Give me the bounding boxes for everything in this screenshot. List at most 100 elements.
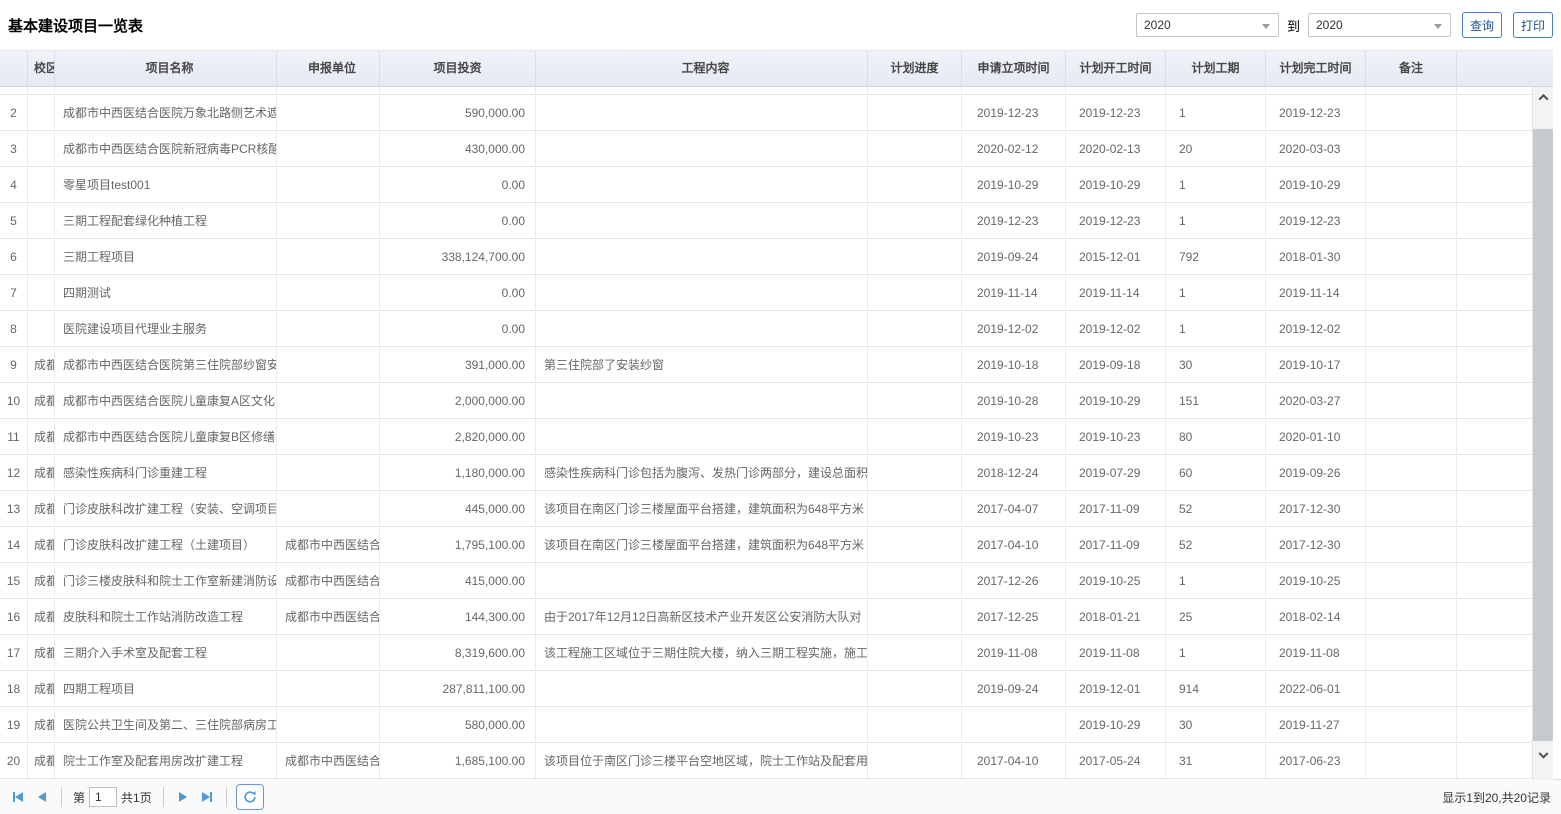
last-page-button[interactable] bbox=[195, 785, 219, 809]
col-work-content[interactable]: 工程内容 bbox=[536, 51, 868, 86]
cell-invest: 0.00 bbox=[380, 276, 536, 311]
cell-invest: 338,124,700.00 bbox=[380, 240, 536, 275]
datagrid: 校区 项目名称 申报单位 项目投资 工程内容 计划进度 申请立项时间 计划开工时… bbox=[0, 50, 1553, 779]
col-remark[interactable]: 备注 bbox=[1366, 51, 1457, 86]
table-row[interactable]: 3成都市中西医结合医院新冠病毒PCR核酸430,000.002020-02-12… bbox=[0, 132, 1532, 168]
cell-content: 该项目在南区门诊三楼屋面平台搭建，建筑面积为648平方米 bbox=[536, 492, 868, 527]
cell-days: 52 bbox=[1166, 528, 1266, 563]
cell-finish: 2019-10-29 bbox=[1266, 168, 1366, 203]
table-row[interactable]: 7四期测试0.002019-11-142019-11-1412019-11-14 bbox=[0, 276, 1532, 312]
cell-filler bbox=[1457, 96, 1532, 131]
scrollbar-thumb[interactable] bbox=[1533, 129, 1553, 741]
cell-invest: 445,000.00 bbox=[380, 492, 536, 527]
vertical-scrollbar[interactable] bbox=[1532, 87, 1553, 780]
year-to-select[interactable]: 2020 bbox=[1308, 13, 1451, 37]
chevron-down-icon[interactable] bbox=[1262, 24, 1270, 29]
table-row[interactable]: 17成都三期介入手术室及配套工程8,319,600.00该工程施工区域位于三期住… bbox=[0, 636, 1532, 672]
page-suffix-label: 共1页 bbox=[121, 789, 152, 806]
table-row[interactable]: 4零星项目test0010.002019-10-292019-10-291201… bbox=[0, 168, 1532, 204]
prev-page-button[interactable] bbox=[30, 785, 54, 809]
print-button[interactable]: 打印 bbox=[1513, 12, 1553, 38]
col-investment[interactable]: 项目投资 bbox=[380, 51, 536, 86]
table-row[interactable]: 6三期工程项目338,124,700.002019-09-242015-12-0… bbox=[0, 240, 1532, 276]
cell-invest: 2,820,000.00 bbox=[380, 420, 536, 455]
cell-remark bbox=[1366, 132, 1457, 167]
col-project-name[interactable]: 项目名称 bbox=[55, 51, 277, 86]
cell-remark bbox=[1366, 672, 1457, 707]
table-row[interactable]: 19成都医院公共卫生间及第二、三住院部病房工程580,000.002019-10… bbox=[0, 708, 1532, 744]
cell-days: 30 bbox=[1166, 708, 1266, 743]
year-from-value: 2020 bbox=[1144, 18, 1171, 32]
cell-apply: 2019-09-24 bbox=[962, 240, 1066, 275]
table-row[interactable]: 9成都成都市中西医结合医院第三住院部纱窗安391,000.00第三住院部了安装纱… bbox=[0, 348, 1532, 384]
table-row[interactable]: 16成都皮肤科和院士工作站消防改造工程成都市中西医结合医院144,300.00由… bbox=[0, 600, 1532, 636]
cell-content: 该项目位于南区门诊三楼平台空地区域，院士工作站及配套用 bbox=[536, 744, 868, 779]
table-row[interactable]: 15成都门诊三楼皮肤科和院士工作室新建消防设成都市中西医结合医院415,000.… bbox=[0, 564, 1532, 600]
cell-filler bbox=[1457, 456, 1532, 491]
col-planned-progress[interactable]: 计划进度 bbox=[868, 51, 962, 86]
cell-apply: 2020-02-12 bbox=[962, 132, 1066, 167]
table-row[interactable]: 13成都门诊皮肤科改扩建工程（安装、空调项目445,000.00该项目在南区门诊… bbox=[0, 492, 1532, 528]
query-button[interactable]: 查询 bbox=[1462, 12, 1502, 38]
cell-apply: 2017-04-10 bbox=[962, 528, 1066, 563]
col-apply-date[interactable]: 申请立项时间 bbox=[962, 51, 1066, 86]
first-page-button[interactable] bbox=[6, 785, 30, 809]
cell-filler bbox=[1457, 492, 1532, 527]
cell-name: 四期工程项目 bbox=[55, 672, 277, 707]
cell-num: 17 bbox=[0, 636, 28, 671]
col-duration[interactable]: 计划工期 bbox=[1166, 51, 1266, 86]
cell-start: 2019-10-23 bbox=[1066, 420, 1166, 455]
cell-start: 2019-11-14 bbox=[1066, 276, 1166, 311]
refresh-button[interactable] bbox=[236, 784, 264, 810]
cell-apply: 2017-04-10 bbox=[962, 744, 1066, 779]
scroll-up-button[interactable] bbox=[1533, 87, 1553, 107]
year-to-value: 2020 bbox=[1316, 18, 1343, 32]
table-row[interactable]: 20成都院士工作室及配套用房改扩建工程成都市中西医结合医院1,685,100.0… bbox=[0, 744, 1532, 780]
chevron-down-icon[interactable] bbox=[1434, 24, 1442, 29]
cell-remark bbox=[1366, 492, 1457, 527]
col-start-date[interactable]: 计划开工时间 bbox=[1066, 51, 1166, 86]
cell-invest: 1,795,100.00 bbox=[380, 528, 536, 563]
cell-finish: 2019-10-25 bbox=[1266, 564, 1366, 599]
cell-apply: 2019-10-23 bbox=[962, 420, 1066, 455]
cell-content bbox=[536, 312, 868, 347]
cell-unit bbox=[277, 168, 380, 203]
cell-content bbox=[536, 168, 868, 203]
page-number-input[interactable] bbox=[89, 787, 117, 807]
col-finish-date[interactable]: 计划完工时间 bbox=[1266, 51, 1366, 86]
table-row[interactable]: 5三期工程配套绿化种植工程0.002019-12-232019-12-23120… bbox=[0, 204, 1532, 240]
table-row[interactable]: 11成都成都市中西医结合医院儿童康复B区修缮2,820,000.002019-1… bbox=[0, 420, 1532, 456]
cell-apply: 2019-10-18 bbox=[962, 348, 1066, 383]
cell-apply: 2018-12-24 bbox=[962, 456, 1066, 491]
table-row[interactable]: 8医院建设项目代理业主服务0.002019-12-022019-12-02120… bbox=[0, 312, 1532, 348]
cell-num: 3 bbox=[0, 132, 28, 167]
col-reporting-unit[interactable]: 申报单位 bbox=[277, 51, 380, 86]
cell-unit bbox=[277, 672, 380, 707]
cell-content bbox=[536, 708, 868, 743]
chevron-up-icon bbox=[1538, 93, 1548, 103]
cell-campus bbox=[28, 240, 55, 275]
table-row[interactable]: 18成都四期工程项目287,811,100.002019-09-242019-1… bbox=[0, 672, 1532, 708]
cell-campus bbox=[28, 96, 55, 131]
cell-campus: 成都 bbox=[28, 456, 55, 491]
year-from-select[interactable]: 2020 bbox=[1136, 13, 1279, 37]
cell-unit bbox=[277, 132, 380, 167]
table-row-clipped[interactable] bbox=[0, 87, 1532, 96]
cell-apply: 2019-12-23 bbox=[962, 204, 1066, 239]
cell-start: 2019-12-02 bbox=[1066, 312, 1166, 347]
col-campus[interactable]: 校区 bbox=[28, 51, 55, 86]
cell-filler bbox=[1457, 600, 1532, 635]
cell-content bbox=[536, 384, 868, 419]
cell-name: 成都市中西医结合医院儿童康复A区文化 bbox=[55, 384, 277, 419]
scroll-down-button[interactable] bbox=[1533, 746, 1553, 766]
table-row[interactable]: 10成都成都市中西医结合医院儿童康复A区文化2,000,000.002019-1… bbox=[0, 384, 1532, 420]
next-page-button[interactable] bbox=[171, 785, 195, 809]
table-row[interactable]: 14成都门诊皮肤科改扩建工程（土建项目）成都市中西医结合医院1,795,100.… bbox=[0, 528, 1532, 564]
col-rownum[interactable] bbox=[0, 51, 28, 86]
table-row[interactable]: 2成都市中西医结合医院万象北路侧艺术遮590,000.002019-12-232… bbox=[0, 96, 1532, 132]
cell-start: 2019-10-25 bbox=[1066, 564, 1166, 599]
table-header: 校区 项目名称 申报单位 项目投资 工程内容 计划进度 申请立项时间 计划开工时… bbox=[0, 51, 1553, 87]
cell-content bbox=[536, 96, 868, 131]
cell-days: 1 bbox=[1166, 564, 1266, 599]
table-row[interactable]: 12成都感染性疾病科门诊重建工程1,180,000.00感染性疾病科门诊包括为腹… bbox=[0, 456, 1532, 492]
